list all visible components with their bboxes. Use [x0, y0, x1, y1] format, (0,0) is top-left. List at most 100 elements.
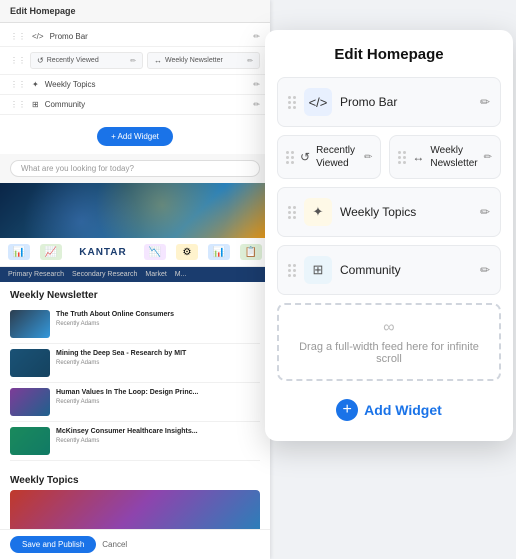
edit-icon[interactable]: ✏	[253, 32, 260, 41]
add-widget-plus-icon: +	[336, 399, 358, 421]
bg-nav-icon-5: 📊	[208, 244, 230, 260]
edit-icon-2[interactable]: ✏	[130, 57, 136, 65]
edit-icon-3[interactable]: ✏	[247, 57, 253, 65]
bg-article-author-1: Recently Adams	[56, 321, 260, 327]
edit-icon-4[interactable]: ✏	[253, 80, 260, 89]
drag-handle-weekly-newsletter	[398, 151, 406, 164]
bg-article-thumb-4	[10, 427, 50, 455]
bg-nav-icons-right: 📉 ⚙ 📊 📋	[144, 244, 262, 260]
add-widget-label: Add Widget	[364, 402, 442, 418]
bg-article-thumb-2	[10, 349, 50, 377]
bg-article-thumb-1	[10, 310, 50, 338]
bg-cancel-button[interactable]: Cancel	[102, 540, 127, 549]
bg-weekly-topics-label: Weekly Topics	[45, 80, 248, 89]
bg-menu-community[interactable]: ⋮⋮ ⊞ Community ✏	[0, 95, 270, 115]
bg-community-label: Community	[45, 100, 248, 109]
widget-item-weekly-newsletter[interactable]: ↔ Weekly Newsletter ✏	[389, 135, 501, 179]
bg-nav-link-more[interactable]: M...	[175, 271, 187, 278]
weekly-topics-icon: ✦	[304, 198, 332, 226]
bg-article-meta-3: Human Values In The Loop: Design Princ..…	[56, 388, 260, 405]
bg-nav-link-primary[interactable]: Primary Research	[8, 271, 64, 278]
bg-article-title-3: Human Values In The Loop: Design Princ..…	[56, 388, 260, 397]
drag-dots-icon-4: ⋮⋮	[10, 100, 26, 109]
community-edit-button[interactable]: ✏	[480, 263, 490, 277]
promo-bar-label: Promo Bar	[340, 95, 472, 109]
overlay-edit-panel: Edit Homepage </> Promo Bar ✏ ↺ Recently…	[265, 30, 513, 441]
promo-bar-edit-button[interactable]: ✏	[480, 95, 490, 109]
bg-logo-bar: 📊 📈 KANTAR 📉 ⚙ 📊 📋	[0, 238, 270, 267]
primary-research-icon: 📊	[13, 247, 25, 258]
weekly-newsletter-edit-button[interactable]: ✏	[484, 152, 492, 163]
bg-article-meta-2: Mining the Deep Sea - Research by MIT Re…	[56, 349, 260, 366]
overlay-title: Edit Homepage	[277, 46, 501, 63]
bg-nav-icon-2: 📈	[40, 244, 62, 260]
bg-article-author-3: Recently Adams	[56, 399, 260, 405]
widget-row-two-col: ↺ Recently Viewed ✏ ↔ Weekly Newsletter …	[277, 135, 501, 179]
bg-menu-two-col: ⋮⋮ ↺ Recently Viewed ✏ ↔ Weekly Newslett…	[0, 47, 270, 75]
settings-icon: ⚙	[183, 247, 192, 258]
bg-menu-promo[interactable]: ⋮⋮ </> Promo Bar ✏	[0, 27, 270, 47]
bg-weekly-newsletter-card[interactable]: ↔ Weekly Newsletter ✏	[147, 52, 260, 69]
drop-zone[interactable]: ∞ Drag a full-width feed here for infini…	[277, 303, 501, 381]
bg-promo-label: Promo Bar	[50, 32, 248, 41]
bg-menu-items: ⋮⋮ </> Promo Bar ✏ ⋮⋮ ↺ Recently Viewed …	[0, 23, 270, 119]
widget-item-weekly-topics[interactable]: ✦ Weekly Topics ✏	[277, 187, 501, 237]
bg-recently-viewed-label: Recently Viewed	[47, 57, 99, 64]
bg-nav-link-secondary[interactable]: Secondary Research	[72, 271, 137, 278]
drop-zone-text: Drag a full-width feed here for infinite…	[289, 341, 489, 365]
bg-article-author-2: Recently Adams	[56, 360, 260, 366]
bg-bottom-bar: Save and Publish Cancel	[0, 529, 270, 559]
recently-viewed-label: Recently Viewed	[316, 144, 358, 170]
bg-nav-bar: Primary Research Secondary Research Mark…	[0, 267, 270, 282]
bg-nav-link-market[interactable]: Market	[145, 271, 166, 278]
weekly-newsletter-label: Weekly Newsletter	[430, 144, 477, 170]
drag-dots-icon: ⋮⋮	[10, 32, 26, 41]
bg-weekly-topics-title: Weekly Topics	[0, 467, 270, 490]
bg-nav-icon-3: 📉	[144, 244, 166, 260]
bg-article-title-2: Mining the Deep Sea - Research by MIT	[56, 349, 260, 358]
drop-zone-icon: ∞	[289, 319, 489, 337]
chart-icon: 📊	[213, 247, 225, 258]
bg-article-item-1: The Truth About Online Consumers Recentl…	[10, 305, 260, 344]
widget-item-community[interactable]: ⊞ Community ✏	[277, 245, 501, 295]
bg-article-meta-1: The Truth About Online Consumers Recentl…	[56, 310, 260, 327]
bg-search-bar: What are you looking for today?	[0, 154, 270, 183]
bg-weekly-newsletter-section-title: Weekly Newsletter	[0, 282, 270, 305]
community-icon: ⊞	[304, 256, 332, 284]
code-icon: </>	[32, 32, 44, 41]
bg-edit-header: Edit Homepage	[0, 0, 270, 23]
background-panel: Edit Homepage ⋮⋮ </> Promo Bar ✏ ⋮⋮ ↺ Re…	[0, 0, 270, 559]
drag-dots-icon-3: ⋮⋮	[10, 80, 26, 89]
recently-viewed-icon: ↺	[300, 150, 310, 164]
bg-article-item-3: Human Values In The Loop: Design Princ..…	[10, 383, 260, 422]
promo-bar-icon: </>	[304, 88, 332, 116]
add-widget-button[interactable]: + Add Widget	[277, 395, 501, 425]
bg-content-area: What are you looking for today? 📊 📈 KANT…	[0, 154, 270, 559]
bg-search-input[interactable]: What are you looking for today?	[10, 160, 260, 177]
bg-hero-overlay	[0, 183, 270, 238]
bg-article-item-2: Mining the Deep Sea - Research by MIT Re…	[10, 344, 260, 383]
weekly-newsletter-icon: ↔	[412, 150, 424, 164]
community-label: Community	[340, 263, 472, 277]
drag-handle-promo	[288, 96, 296, 109]
secondary-research-icon: 📈	[45, 247, 57, 258]
recently-viewed-edit-button[interactable]: ✏	[364, 152, 372, 163]
bg-article-thumb-3	[10, 388, 50, 416]
drag-dots-icon-2: ⋮⋮	[10, 56, 26, 65]
bg-article-list: The Truth About Online Consumers Recentl…	[0, 305, 270, 461]
bg-article-title-4: McKinsey Consumer Healthcare Insights...	[56, 427, 260, 436]
bg-edit-title: Edit Homepage	[10, 6, 76, 16]
bg-hero-image	[0, 183, 270, 238]
bg-save-publish-button[interactable]: Save and Publish	[10, 536, 96, 553]
bg-logo-text: KANTAR	[79, 247, 126, 258]
bg-menu-weekly-topics[interactable]: ⋮⋮ ✦ Weekly Topics ✏	[0, 75, 270, 95]
widget-item-promo-bar[interactable]: </> Promo Bar ✏	[277, 77, 501, 127]
drag-handle-recently-viewed	[286, 151, 294, 164]
bg-add-widget-button[interactable]: + Add Widget	[97, 127, 173, 146]
drag-handle-community	[288, 264, 296, 277]
bg-article-item-4: McKinsey Consumer Healthcare Insights...…	[10, 422, 260, 461]
edit-icon-5[interactable]: ✏	[253, 100, 260, 109]
bg-recently-viewed-card[interactable]: ↺ Recently Viewed ✏	[30, 52, 143, 69]
widget-item-recently-viewed[interactable]: ↺ Recently Viewed ✏	[277, 135, 381, 179]
weekly-topics-edit-button[interactable]: ✏	[480, 205, 490, 219]
